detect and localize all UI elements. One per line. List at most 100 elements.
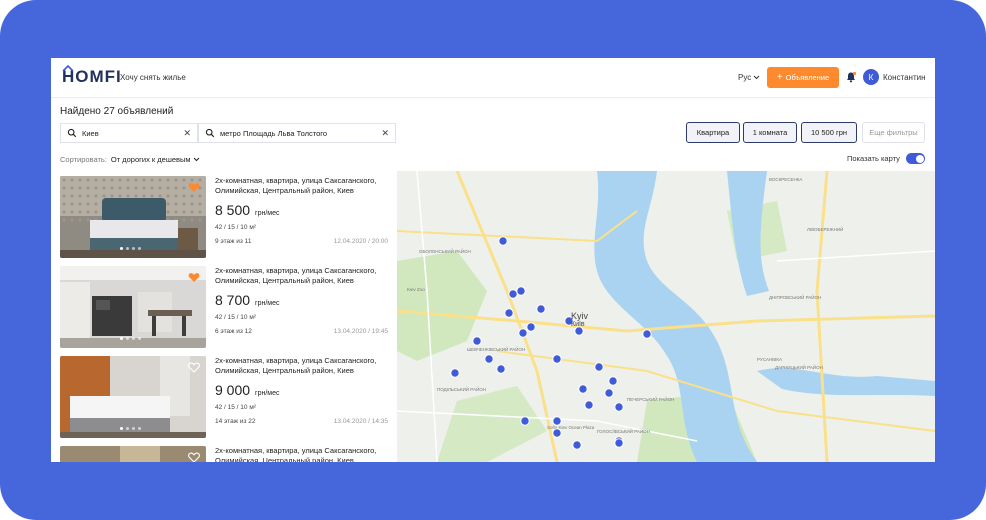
listing-title[interactable]: 2х-комнатная, квартира, улица Саксаганск… <box>215 176 395 196</box>
favorite-heart-icon[interactable] <box>188 272 200 283</box>
listing-map-marker[interactable] <box>584 400 594 410</box>
listing-map-marker[interactable] <box>484 354 494 364</box>
listing-map-marker[interactable] <box>552 354 562 364</box>
listing-card[interactable]: 2х-комнатная, квартира, улица Саксаганск… <box>60 356 397 438</box>
filter-type-chip[interactable]: Квартира <box>686 122 740 143</box>
photo-pagination[interactable] <box>120 337 141 340</box>
map-place-label: ПОДІЛЬСЬКИЙ РАЙОН <box>437 385 486 392</box>
app-window: HOMFI Хочу снять жилье Рус + Объявление … <box>51 58 935 462</box>
price-value: 9 000 <box>215 382 251 398</box>
listing-map-marker[interactable] <box>518 328 528 338</box>
listing-map-marker[interactable] <box>520 416 530 426</box>
chevron-down-icon <box>193 157 199 162</box>
price-unit: грн/мес <box>255 300 280 307</box>
map-place-label: ДАРНИЦЬКИЙ РАЙОН <box>775 363 823 370</box>
sort-control: Сортировать: От дорогих к дешевым <box>60 155 200 164</box>
listing-list[interactable]: 2х-комнатная, квартира, улица Саксаганск… <box>60 176 397 462</box>
search-icon <box>205 128 215 138</box>
listing-photo[interactable] <box>60 356 206 438</box>
listing-map-marker[interactable] <box>614 402 624 412</box>
listing-photo[interactable] <box>60 446 206 462</box>
listing-map-marker[interactable] <box>642 329 652 339</box>
bell-icon[interactable] <box>845 71 857 83</box>
metro-search-field[interactable]: метро Площадь Льва Толстого ✕ <box>198 123 396 143</box>
map-place-label: ПЕЧЕРСЬКИЙ РАЙОН <box>627 395 674 402</box>
listing-map-marker[interactable] <box>508 289 518 299</box>
favorite-heart-icon[interactable] <box>188 182 200 193</box>
listing-map-marker[interactable] <box>608 376 618 386</box>
listing-card[interactable]: 2х-комнатная, квартира, улица Саксаганск… <box>60 446 397 462</box>
map-place-label: ВОСКРЕСЕНКА <box>769 177 802 182</box>
username[interactable]: Константин <box>883 73 926 82</box>
tagline[interactable]: Хочу снять жилье <box>120 73 186 82</box>
listing-map-marker[interactable] <box>516 286 526 296</box>
price-value: 8 700 <box>215 292 251 308</box>
filter-price-chip[interactable]: 10 500 грн <box>801 122 857 143</box>
listing-map-marker[interactable] <box>552 416 562 426</box>
listing-map-marker[interactable] <box>450 368 460 378</box>
map-canvas[interactable]: ОБОЛОНСЬКИЙ РАЙОН ДНІПРОВСЬКИЙ РАЙОН ДАРНИ… <box>397 171 935 462</box>
results-map[interactable]: ОБОЛОНСЬКИЙ РАЙОН ДНІПРОВСЬКИЙ РАЙОН ДАРНИ… <box>397 171 935 462</box>
listing-floor: 9 этаж из 11 <box>215 238 252 245</box>
listing-title[interactable]: 2х-комнатная, квартира, улица Саксаганск… <box>215 266 395 286</box>
listing-map-marker[interactable] <box>614 438 624 448</box>
avatar[interactable]: К <box>863 69 879 85</box>
logo[interactable]: HOMFI <box>62 65 122 87</box>
listing-title[interactable]: 2х-комнатная, квартира, улица Саксаганск… <box>215 356 395 376</box>
listing-photo[interactable] <box>60 176 206 258</box>
listing-map-marker[interactable] <box>572 440 582 450</box>
post-ad-button[interactable]: + Объявление <box>767 67 839 88</box>
listing-map-marker[interactable] <box>504 308 514 318</box>
city-value: Киев <box>82 128 99 138</box>
listing-map-marker[interactable] <box>578 384 588 394</box>
listing-map-marker[interactable] <box>574 326 584 336</box>
listing-specs: 42 / 15 / 10 м² <box>215 314 256 321</box>
listing-date: 13.04.2020 / 19:45 <box>333 328 388 335</box>
listing-map-marker[interactable] <box>496 364 506 374</box>
listing-map-marker[interactable] <box>526 322 536 332</box>
more-filters-button[interactable]: Еще фильтры <box>862 122 925 143</box>
listing-map-marker[interactable] <box>594 362 604 372</box>
map-place-label: ГОЛОСІЇВСЬКИЙ РАЙОН <box>597 427 650 434</box>
listing-price: 8 500 грн/мес <box>215 202 280 218</box>
listing-map-marker[interactable] <box>498 236 508 246</box>
map-place-label: ДНІПРОВСЬКИЙ РАЙОН <box>769 293 821 300</box>
listing-photo[interactable] <box>60 266 206 348</box>
photo-pagination[interactable] <box>120 247 141 250</box>
listing-map-marker[interactable] <box>472 336 482 346</box>
bedroom-photo <box>60 176 206 258</box>
map-place-label: Sofia Kiev Ocean Plaza <box>547 425 595 430</box>
price-unit: грн/мес <box>255 390 280 397</box>
price-unit: грн/мес <box>255 210 280 217</box>
listing-map-marker[interactable] <box>604 388 614 398</box>
listing-map-marker[interactable] <box>536 304 546 314</box>
listing-floor: 14 этаж из 22 <box>215 418 256 425</box>
listing-date: 12.04.2020 / 20:00 <box>333 238 388 245</box>
listing-specs: 42 / 15 / 10 м² <box>215 224 256 231</box>
listing-title[interactable]: 2х-комнатная, квартира, улица Саксаганск… <box>215 446 395 462</box>
filter-rooms-chip[interactable]: 1 комната <box>743 122 797 143</box>
sort-value: От дорогих к дешевым <box>110 155 191 164</box>
favorite-heart-outline-icon[interactable] <box>188 452 200 462</box>
clear-metro-icon[interactable]: ✕ <box>381 128 389 139</box>
listing-map-marker[interactable] <box>552 428 562 438</box>
language-label: Рус <box>738 73 752 82</box>
sort-dropdown[interactable]: От дорогих к дешевым <box>111 155 200 164</box>
map-place-label: ЛІВОБЕРЕЖНИЙ <box>807 225 843 232</box>
plus-icon: + <box>776 71 783 83</box>
map-city-label: Kyiv <box>571 311 589 321</box>
favorite-heart-outline-icon[interactable] <box>188 362 200 373</box>
chevron-down-icon <box>753 75 760 80</box>
listing-card[interactable]: 2х-комнатная, квартира, улица Саксаганск… <box>60 266 397 348</box>
show-map-toggle[interactable] <box>906 153 925 164</box>
language-selector[interactable]: Рус <box>738 73 760 82</box>
listing-card[interactable]: 2х-комнатная, квартира, улица Саксаганск… <box>60 176 397 258</box>
listing-specs: 42 / 15 / 10 м² <box>215 404 256 411</box>
results-count: Найдено 27 объявлений <box>60 106 174 117</box>
photo-pagination[interactable] <box>120 427 141 430</box>
clear-city-icon[interactable]: ✕ <box>183 128 191 139</box>
room-photo <box>60 446 206 462</box>
map-place-label: ШЕВЧЕНКІВСЬКИЙ РАЙОН <box>467 345 525 352</box>
city-search-field[interactable]: Киев ✕ <box>60 123 198 143</box>
post-ad-label: Объявление <box>785 73 830 82</box>
